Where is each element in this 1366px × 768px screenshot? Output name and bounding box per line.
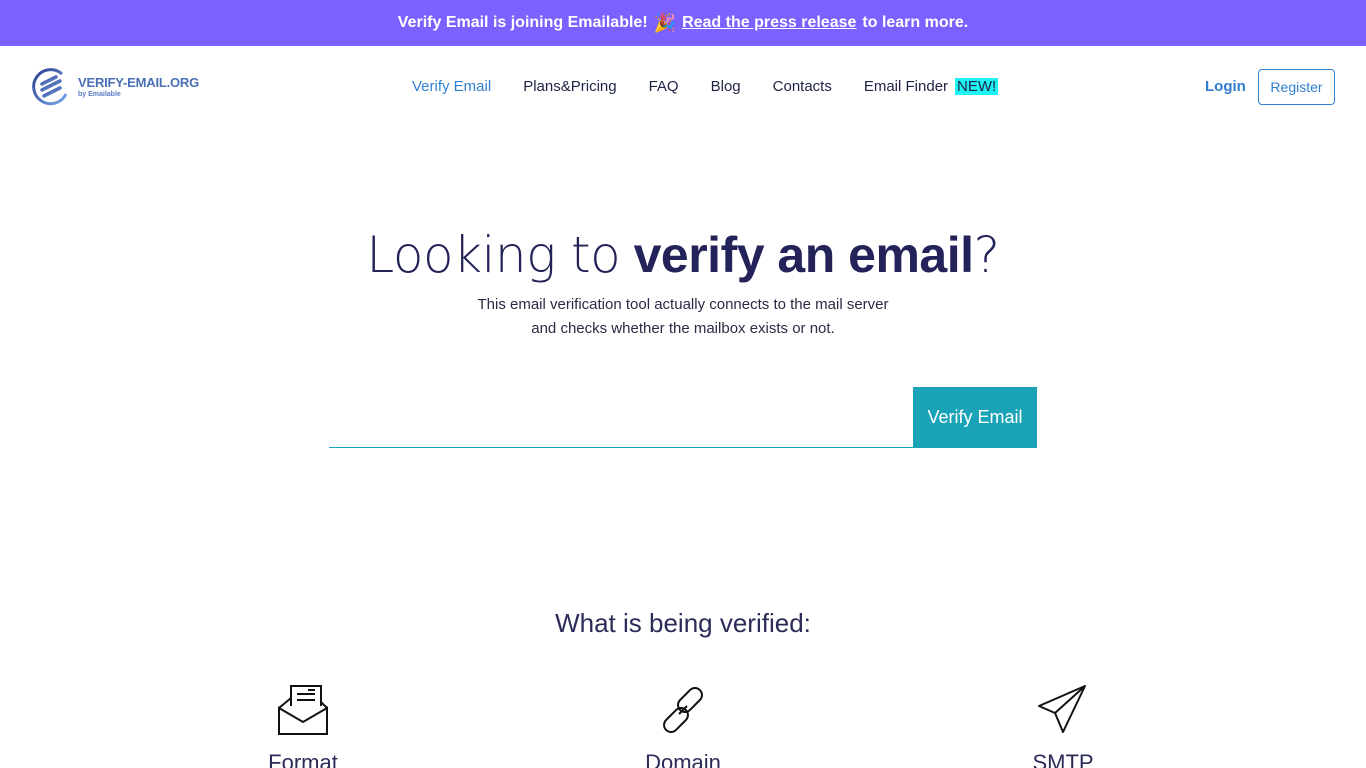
register-button[interactable]: Register (1258, 69, 1335, 105)
press-release-link[interactable]: Read the press release (682, 14, 856, 32)
features-title: What is being verified: (555, 608, 811, 638)
feature-format-label: Format (268, 750, 338, 768)
new-badge: NEW! (955, 78, 999, 95)
logo-title: VERIFY-EMAIL.ORG (78, 75, 200, 90)
party-popper-icon: 🎉 (653, 13, 677, 33)
nav-verify-email[interactable]: Verify Email (412, 78, 491, 95)
hero-title-bold: verify an email (633, 227, 974, 283)
logo-icon (32, 68, 68, 106)
logo[interactable]: VERIFY-EMAIL.ORG by Emailable (30, 66, 199, 108)
paper-plane-icon (1038, 685, 1086, 733)
banner-text-end: to learn more. (862, 14, 969, 31)
hero-title-light: Looking to (366, 226, 621, 284)
email-input[interactable] (329, 387, 913, 448)
announcement-banner: Verify Email is joining Emailable! 🎉 Rea… (0, 0, 1366, 46)
feature-domain-label: Domain (645, 750, 721, 768)
hero-subtitle-line1: This email verification tool actually co… (477, 296, 889, 313)
verify-form: Verify Email (329, 387, 1037, 448)
hero-title: Looking to verify an email? (0, 226, 1366, 284)
verify-email-button[interactable]: Verify Email (913, 387, 1037, 448)
hero-title-end: ? (973, 226, 1001, 284)
navbar: VERIFY-EMAIL.ORG by Emailable Verify Ema… (0, 46, 1366, 128)
main-nav: Verify Email Plans&Pricing FAQ Blog Cont… (412, 78, 1030, 95)
nav-email-finder[interactable]: Email Finder NEW! (863, 78, 999, 95)
nav-faq[interactable]: FAQ (649, 78, 679, 95)
link-icon (663, 687, 703, 733)
feature-domain: Domain (583, 684, 783, 768)
feature-smtp: SMTP (963, 684, 1163, 768)
nav-email-finder-label: Email Finder (863, 78, 949, 95)
envelope-open-icon (278, 685, 328, 735)
hero-subtitle-line2: and checks whether the mailbox exists or… (531, 320, 835, 337)
hero-subtitle: This email verification tool actually co… (0, 293, 1366, 341)
nav-contacts[interactable]: Contacts (773, 78, 832, 95)
nav-blog[interactable]: Blog (711, 78, 741, 95)
banner-text: Verify Email is joining Emailable! (397, 14, 648, 31)
feature-format: Format (203, 684, 403, 768)
login-link[interactable]: Login (1205, 78, 1246, 95)
nav-plans-pricing[interactable]: Plans&Pricing (523, 78, 616, 95)
logo-subtitle: by Emailable (78, 91, 121, 98)
feature-smtp-label: SMTP (1032, 750, 1094, 768)
